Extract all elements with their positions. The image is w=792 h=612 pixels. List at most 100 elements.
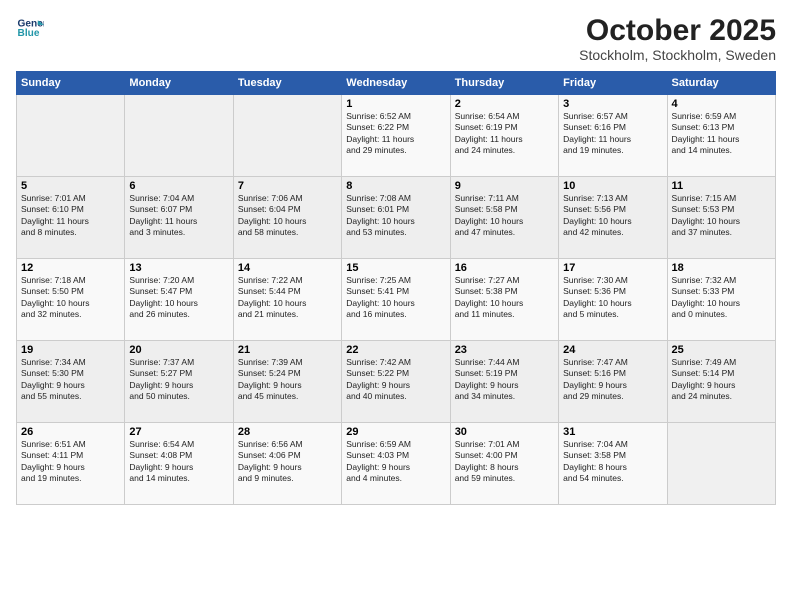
day-cell: 29Sunrise: 6:59 AM Sunset: 4:03 PM Dayli…	[342, 423, 450, 505]
day-number: 19	[21, 344, 120, 356]
week-row-3: 12Sunrise: 7:18 AM Sunset: 5:50 PM Dayli…	[17, 259, 776, 341]
day-info: Sunrise: 7:22 AM Sunset: 5:44 PM Dayligh…	[238, 275, 337, 321]
day-cell: 17Sunrise: 7:30 AM Sunset: 5:36 PM Dayli…	[559, 259, 667, 341]
day-info: Sunrise: 7:47 AM Sunset: 5:16 PM Dayligh…	[563, 357, 662, 403]
day-cell	[667, 423, 775, 505]
day-number: 12	[21, 262, 120, 274]
logo: General Blue	[16, 14, 44, 42]
day-cell: 6Sunrise: 7:04 AM Sunset: 6:07 PM Daylig…	[125, 177, 233, 259]
day-number: 17	[563, 262, 662, 274]
day-cell: 15Sunrise: 7:25 AM Sunset: 5:41 PM Dayli…	[342, 259, 450, 341]
day-info: Sunrise: 6:52 AM Sunset: 6:22 PM Dayligh…	[346, 111, 445, 157]
day-number: 1	[346, 98, 445, 110]
day-number: 4	[672, 98, 771, 110]
day-number: 18	[672, 262, 771, 274]
day-number: 21	[238, 344, 337, 356]
day-info: Sunrise: 6:54 AM Sunset: 4:08 PM Dayligh…	[129, 439, 228, 485]
day-info: Sunrise: 7:27 AM Sunset: 5:38 PM Dayligh…	[455, 275, 554, 321]
day-number: 31	[563, 426, 662, 438]
day-number: 27	[129, 426, 228, 438]
calendar-body: 1Sunrise: 6:52 AM Sunset: 6:22 PM Daylig…	[17, 95, 776, 505]
week-row-4: 19Sunrise: 7:34 AM Sunset: 5:30 PM Dayli…	[17, 341, 776, 423]
day-number: 16	[455, 262, 554, 274]
day-number: 13	[129, 262, 228, 274]
day-cell: 7Sunrise: 7:06 AM Sunset: 6:04 PM Daylig…	[233, 177, 341, 259]
day-info: Sunrise: 6:59 AM Sunset: 6:13 PM Dayligh…	[672, 111, 771, 157]
day-cell: 13Sunrise: 7:20 AM Sunset: 5:47 PM Dayli…	[125, 259, 233, 341]
week-row-2: 5Sunrise: 7:01 AM Sunset: 6:10 PM Daylig…	[17, 177, 776, 259]
day-cell: 22Sunrise: 7:42 AM Sunset: 5:22 PM Dayli…	[342, 341, 450, 423]
day-info: Sunrise: 7:04 AM Sunset: 6:07 PM Dayligh…	[129, 193, 228, 239]
day-info: Sunrise: 6:57 AM Sunset: 6:16 PM Dayligh…	[563, 111, 662, 157]
logo-icon: General Blue	[16, 14, 44, 42]
day-number: 30	[455, 426, 554, 438]
weekday-saturday: Saturday	[667, 72, 775, 95]
day-number: 2	[455, 98, 554, 110]
day-cell: 1Sunrise: 6:52 AM Sunset: 6:22 PM Daylig…	[342, 95, 450, 177]
day-info: Sunrise: 6:51 AM Sunset: 4:11 PM Dayligh…	[21, 439, 120, 485]
day-cell: 27Sunrise: 6:54 AM Sunset: 4:08 PM Dayli…	[125, 423, 233, 505]
day-number: 7	[238, 180, 337, 192]
day-cell: 8Sunrise: 7:08 AM Sunset: 6:01 PM Daylig…	[342, 177, 450, 259]
day-cell: 3Sunrise: 6:57 AM Sunset: 6:16 PM Daylig…	[559, 95, 667, 177]
calendar-subtitle: Stockholm, Stockholm, Sweden	[579, 47, 776, 63]
day-cell: 19Sunrise: 7:34 AM Sunset: 5:30 PM Dayli…	[17, 341, 125, 423]
day-info: Sunrise: 7:37 AM Sunset: 5:27 PM Dayligh…	[129, 357, 228, 403]
day-number: 25	[672, 344, 771, 356]
day-info: Sunrise: 7:32 AM Sunset: 5:33 PM Dayligh…	[672, 275, 771, 321]
day-info: Sunrise: 7:20 AM Sunset: 5:47 PM Dayligh…	[129, 275, 228, 321]
day-cell: 5Sunrise: 7:01 AM Sunset: 6:10 PM Daylig…	[17, 177, 125, 259]
day-number: 26	[21, 426, 120, 438]
day-cell: 9Sunrise: 7:11 AM Sunset: 5:58 PM Daylig…	[450, 177, 558, 259]
day-info: Sunrise: 6:56 AM Sunset: 4:06 PM Dayligh…	[238, 439, 337, 485]
calendar-header: SundayMondayTuesdayWednesdayThursdayFrid…	[17, 72, 776, 95]
day-number: 23	[455, 344, 554, 356]
day-info: Sunrise: 7:39 AM Sunset: 5:24 PM Dayligh…	[238, 357, 337, 403]
day-info: Sunrise: 7:15 AM Sunset: 5:53 PM Dayligh…	[672, 193, 771, 239]
weekday-header-row: SundayMondayTuesdayWednesdayThursdayFrid…	[17, 72, 776, 95]
day-cell: 28Sunrise: 6:56 AM Sunset: 4:06 PM Dayli…	[233, 423, 341, 505]
day-number: 10	[563, 180, 662, 192]
day-number: 14	[238, 262, 337, 274]
day-cell	[17, 95, 125, 177]
day-number: 9	[455, 180, 554, 192]
weekday-wednesday: Wednesday	[342, 72, 450, 95]
day-info: Sunrise: 7:18 AM Sunset: 5:50 PM Dayligh…	[21, 275, 120, 321]
day-number: 11	[672, 180, 771, 192]
day-cell: 14Sunrise: 7:22 AM Sunset: 5:44 PM Dayli…	[233, 259, 341, 341]
day-number: 8	[346, 180, 445, 192]
day-number: 22	[346, 344, 445, 356]
day-cell: 24Sunrise: 7:47 AM Sunset: 5:16 PM Dayli…	[559, 341, 667, 423]
day-number: 15	[346, 262, 445, 274]
weekday-sunday: Sunday	[17, 72, 125, 95]
day-cell: 18Sunrise: 7:32 AM Sunset: 5:33 PM Dayli…	[667, 259, 775, 341]
calendar-title: October 2025	[579, 14, 776, 47]
day-cell: 11Sunrise: 7:15 AM Sunset: 5:53 PM Dayli…	[667, 177, 775, 259]
day-info: Sunrise: 7:01 AM Sunset: 4:00 PM Dayligh…	[455, 439, 554, 485]
day-number: 20	[129, 344, 228, 356]
day-info: Sunrise: 6:59 AM Sunset: 4:03 PM Dayligh…	[346, 439, 445, 485]
day-cell: 26Sunrise: 6:51 AM Sunset: 4:11 PM Dayli…	[17, 423, 125, 505]
day-number: 5	[21, 180, 120, 192]
svg-text:Blue: Blue	[18, 28, 40, 39]
title-block: October 2025 Stockholm, Stockholm, Swede…	[579, 14, 776, 63]
day-info: Sunrise: 7:01 AM Sunset: 6:10 PM Dayligh…	[21, 193, 120, 239]
day-info: Sunrise: 7:25 AM Sunset: 5:41 PM Dayligh…	[346, 275, 445, 321]
day-info: Sunrise: 7:34 AM Sunset: 5:30 PM Dayligh…	[21, 357, 120, 403]
day-info: Sunrise: 7:44 AM Sunset: 5:19 PM Dayligh…	[455, 357, 554, 403]
day-cell: 23Sunrise: 7:44 AM Sunset: 5:19 PM Dayli…	[450, 341, 558, 423]
week-row-1: 1Sunrise: 6:52 AM Sunset: 6:22 PM Daylig…	[17, 95, 776, 177]
day-info: Sunrise: 7:06 AM Sunset: 6:04 PM Dayligh…	[238, 193, 337, 239]
weekday-tuesday: Tuesday	[233, 72, 341, 95]
day-number: 24	[563, 344, 662, 356]
day-cell: 4Sunrise: 6:59 AM Sunset: 6:13 PM Daylig…	[667, 95, 775, 177]
week-row-5: 26Sunrise: 6:51 AM Sunset: 4:11 PM Dayli…	[17, 423, 776, 505]
day-cell: 16Sunrise: 7:27 AM Sunset: 5:38 PM Dayli…	[450, 259, 558, 341]
day-info: Sunrise: 7:13 AM Sunset: 5:56 PM Dayligh…	[563, 193, 662, 239]
day-info: Sunrise: 7:30 AM Sunset: 5:36 PM Dayligh…	[563, 275, 662, 321]
day-number: 29	[346, 426, 445, 438]
day-cell: 30Sunrise: 7:01 AM Sunset: 4:00 PM Dayli…	[450, 423, 558, 505]
day-cell: 10Sunrise: 7:13 AM Sunset: 5:56 PM Dayli…	[559, 177, 667, 259]
day-cell: 31Sunrise: 7:04 AM Sunset: 3:58 PM Dayli…	[559, 423, 667, 505]
day-info: Sunrise: 7:42 AM Sunset: 5:22 PM Dayligh…	[346, 357, 445, 403]
